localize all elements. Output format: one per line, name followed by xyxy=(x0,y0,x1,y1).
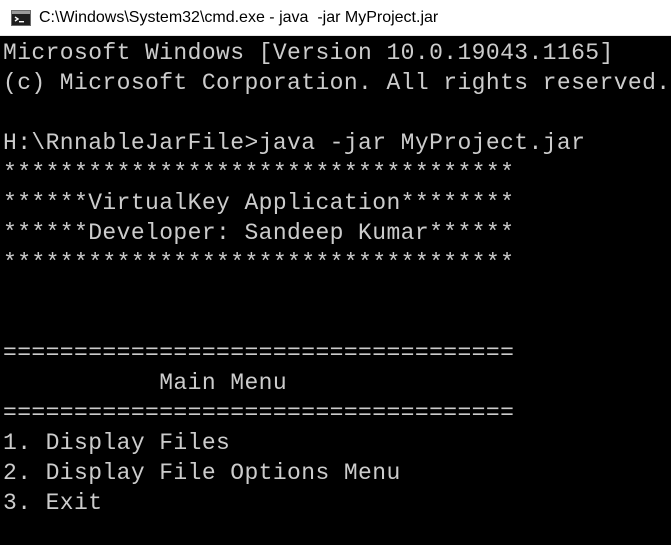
console-line: H:\RnnableJarFile>java -jar MyProject.ja… xyxy=(3,130,586,156)
console-line: (c) Microsoft Corporation. All rights re… xyxy=(3,70,671,96)
console-line: ******Developer: Sandeep Kumar****** xyxy=(3,220,515,246)
console-line: ==================================== xyxy=(3,400,515,426)
cmd-window: C:\Windows\System32\cmd.exe - java -jar … xyxy=(0,0,671,545)
console-line: ******VirtualKey Application******** xyxy=(3,190,515,216)
console-line: ==================================== xyxy=(3,340,515,366)
console-line: Main Menu xyxy=(3,370,288,396)
console-line: ************************************ xyxy=(3,250,515,276)
console-line: 3. Exit xyxy=(3,490,103,516)
cmd-console-icon xyxy=(11,9,31,26)
console-line: 2. Display File Options Menu xyxy=(3,460,401,486)
console-line: 1. Display Files xyxy=(3,430,231,456)
window-title: C:\Windows\System32\cmd.exe - java -jar … xyxy=(39,8,439,26)
title-bar[interactable]: C:\Windows\System32\cmd.exe - java -jar … xyxy=(0,0,671,36)
console-output[interactable]: Microsoft Windows [Version 10.0.19043.11… xyxy=(3,38,671,545)
console-line: Microsoft Windows [Version 10.0.19043.11… xyxy=(3,40,614,66)
console-line: ************************************ xyxy=(3,160,515,186)
